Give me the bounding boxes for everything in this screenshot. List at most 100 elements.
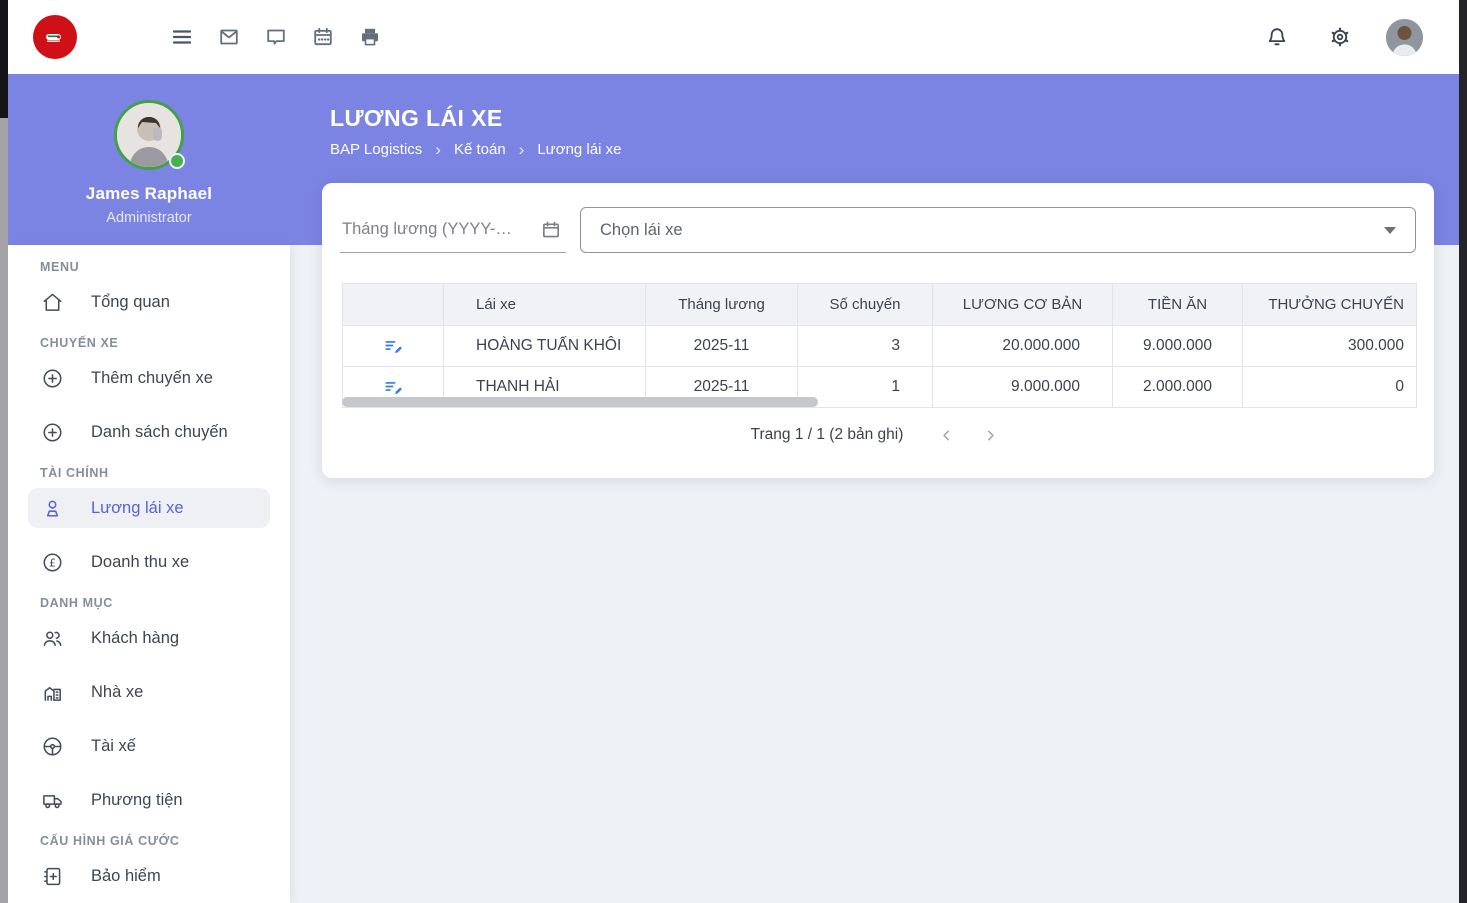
background-window-edge-left — [0, 0, 8, 903]
train-logo-icon — [41, 23, 69, 51]
sidebar-item-phuong-tien[interactable]: Phương tiện — [28, 780, 270, 820]
edit-icon — [383, 336, 404, 357]
hamburger-icon — [170, 25, 194, 49]
sidebar-item-label: Doanh thu xe — [91, 553, 189, 572]
plus-circle-icon — [41, 421, 64, 444]
menu-section-label: DANH MỤC — [8, 596, 290, 618]
sidebar-item-label: Tổng quan — [91, 293, 170, 312]
sidebar-item-bao-hiem[interactable]: Bảo hiểm — [28, 856, 270, 896]
calendar-icon — [311, 25, 335, 49]
page-head: LƯƠNG LÁI XE BAP Logistics › Kế toán › L… — [330, 105, 621, 158]
user-avatar[interactable] — [1386, 19, 1423, 56]
salary-month-input[interactable] — [342, 220, 518, 239]
main-content: LƯƠNG LÁI XE BAP Logistics › Kế toán › L… — [290, 74, 1459, 903]
calendar-button[interactable] — [306, 20, 340, 54]
sidebar-item-luong-lai-xe[interactable]: Lương lái xe — [28, 488, 270, 528]
people-icon — [41, 627, 64, 650]
page-title: LƯƠNG LÁI XE — [330, 105, 621, 132]
salary-month-field[interactable] — [340, 207, 566, 253]
prev-page-button[interactable] — [931, 420, 961, 450]
app-window: James Raphael Administrator MENU Tổng qu… — [8, 0, 1459, 903]
person-icon — [41, 497, 64, 520]
bell-icon — [1265, 25, 1289, 49]
home-icon — [41, 291, 64, 314]
sidebar-item-tai-xe[interactable]: Tài xế — [28, 726, 270, 766]
notifications-button[interactable] — [1260, 20, 1294, 54]
chat-bubble-icon — [264, 25, 288, 49]
sidebar-item-khach-hang[interactable]: Khách hàng — [28, 618, 270, 658]
building-icon — [41, 681, 64, 704]
horizontal-scrollbar[interactable] — [342, 397, 818, 407]
gear-icon — [1328, 25, 1352, 49]
sidebar-item-label: Khách hàng — [91, 629, 179, 648]
meal-cell: 9.000.000 — [1113, 326, 1243, 367]
trip-bonus-cell: 0 — [1243, 367, 1417, 408]
col-meal: TIỀN ĂN — [1113, 284, 1243, 326]
breadcrumb-item-ke-toan[interactable]: Kế toán — [454, 141, 506, 158]
base-salary-cell: 9.000.000 — [933, 367, 1113, 408]
sidebar-item-doanh-thu-xe[interactable]: £ Doanh thu xe — [28, 542, 270, 582]
pagination: Trang 1 / 1 (2 bản ghi) — [322, 420, 1434, 450]
sidebar-item-tong-quan[interactable]: Tổng quan — [28, 282, 270, 322]
menu-section-label: CẤU HÌNH GIÁ CƯỚC — [8, 834, 290, 856]
profile-name: James Raphael — [8, 184, 290, 204]
edit-row-button[interactable] — [343, 377, 443, 398]
col-trip-bonus: THƯỞNG CHUYẾN — [1243, 284, 1417, 326]
profile-role: Administrator — [8, 210, 290, 226]
brand-logo[interactable] — [33, 15, 77, 59]
sidebar-item-nha-xe[interactable]: Nhà xe — [28, 672, 270, 712]
driver-cell: HOÀNG TUẤN KHÔI — [444, 326, 646, 367]
sidebar-avatar — [114, 100, 184, 170]
month-cell: 2025-11 — [646, 326, 798, 367]
trips-cell: 3 — [798, 326, 933, 367]
table-row: HOÀNG TUẤN KHÔI 2025-11 3 20.000.000 9.0… — [343, 326, 1417, 367]
driver-select-dropdown[interactable]: Chọn lái xe — [580, 207, 1416, 253]
sidebar-item-label: Nhà xe — [91, 683, 143, 702]
chat-button[interactable] — [259, 20, 293, 54]
meal-cell: 2.000.000 — [1113, 367, 1243, 408]
truck-icon — [41, 789, 64, 812]
breadcrumb: BAP Logistics › Kế toán › Lương lái xe — [330, 141, 621, 158]
driver-select-placeholder: Chọn lái xe — [600, 221, 683, 240]
col-trips: Số chuyến — [798, 284, 933, 326]
sidebar-item-label: Thêm chuyến xe — [91, 369, 213, 388]
breadcrumb-item-root[interactable]: BAP Logistics — [330, 141, 422, 158]
menu-toggle-button[interactable] — [165, 20, 199, 54]
sidebar-item-label: Danh sách chuyến — [91, 423, 228, 442]
online-status-dot — [169, 153, 185, 169]
background-window-edge-right — [1459, 0, 1467, 903]
col-actions — [343, 284, 444, 326]
screen: James Raphael Administrator MENU Tổng qu… — [0, 0, 1467, 903]
next-page-button[interactable] — [975, 420, 1005, 450]
sidebar-item-label: Bảo hiểm — [91, 867, 161, 886]
sidebar: James Raphael Administrator MENU Tổng qu… — [8, 74, 290, 903]
sidebar-item-danh-sach-chuyen[interactable]: Danh sách chuyến — [28, 412, 270, 452]
plus-circle-icon — [41, 367, 64, 390]
mail-button[interactable] — [212, 20, 246, 54]
chevron-right-icon — [982, 427, 999, 444]
pound-circle-icon: £ — [41, 551, 64, 574]
book-plus-icon — [41, 865, 64, 888]
settings-button[interactable] — [1323, 20, 1357, 54]
edit-icon — [383, 377, 404, 398]
sidebar-item-label: Phương tiện — [91, 791, 183, 810]
chevron-down-icon — [1384, 227, 1396, 234]
breadcrumb-item-current: Lương lái xe — [537, 141, 621, 158]
edit-row-button[interactable] — [343, 336, 443, 357]
col-month: Tháng lương — [646, 284, 798, 326]
steering-wheel-icon — [41, 735, 64, 758]
sidebar-menu: MENU Tổng quan CHUYẾN XE Thêm chuyến xe — [8, 245, 290, 903]
avatar-photo — [1386, 19, 1423, 56]
calendar-icon[interactable] — [540, 219, 562, 241]
col-base-salary: LƯƠNG CƠ BẢN — [933, 284, 1113, 326]
salary-card: Chọn lái xe Lái xe Tháng lương — [322, 183, 1434, 478]
print-button[interactable] — [353, 20, 387, 54]
topbar — [8, 0, 1459, 74]
salary-table: Lái xe Tháng lương Số chuyến LƯƠNG CƠ BẢ… — [342, 283, 1417, 408]
topbar-right — [1260, 19, 1459, 56]
sidebar-item-label: Tài xế — [91, 737, 136, 756]
row-actions-cell — [343, 326, 444, 367]
chevron-right-icon: › — [519, 141, 525, 158]
base-salary-cell: 20.000.000 — [933, 326, 1113, 367]
sidebar-item-them-chuyen-xe[interactable]: Thêm chuyến xe — [28, 358, 270, 398]
